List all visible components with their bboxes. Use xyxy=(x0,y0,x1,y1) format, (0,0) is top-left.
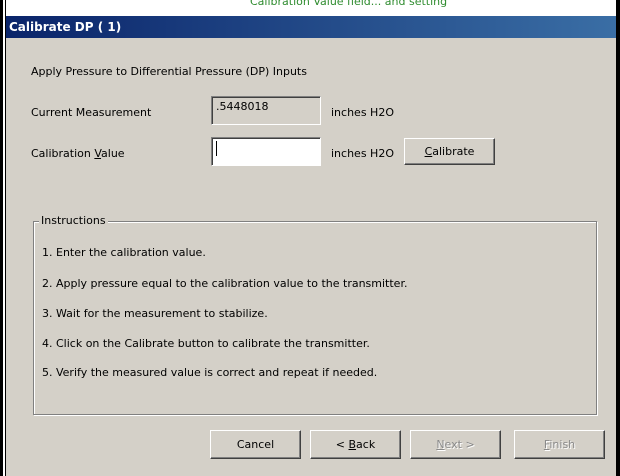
cancel-button[interactable]: Cancel xyxy=(210,430,301,459)
current-measurement-label: Current Measurement xyxy=(31,106,152,119)
text-caret xyxy=(216,141,217,156)
clipped-header-text: Calibration Value field... and setting xyxy=(250,0,448,8)
instruction-item: 2. Apply pressure equal to the calibrati… xyxy=(42,277,408,290)
title-bar[interactable]: Calibrate DP ( 1) xyxy=(6,16,616,38)
background-top-strip: Calibration Value field... and setting xyxy=(0,0,620,16)
back-button[interactable]: < Back xyxy=(310,430,401,459)
window-title: Calibrate DP ( 1) xyxy=(9,20,122,34)
calibrate-dialog: Calibrate DP ( 1) Apply Pressure to Diff… xyxy=(6,16,616,476)
calibration-value-label: Calibration Value xyxy=(31,147,125,160)
current-measurement-value: .5448018 xyxy=(216,100,269,113)
instruction-item: 5. Verify the measured value is correct … xyxy=(42,366,378,379)
calibrate-button[interactable]: Calibrate xyxy=(404,138,495,165)
instruction-item: 1. Enter the calibration value. xyxy=(42,246,206,259)
right-border xyxy=(616,0,620,476)
page-heading: Apply Pressure to Differential Pressure … xyxy=(31,65,307,78)
current-measurement-unit: inches H2O xyxy=(331,106,394,119)
instructions-title: Instructions xyxy=(39,214,108,227)
finish-button[interactable]: Finish xyxy=(514,430,605,459)
next-button[interactable]: Next > xyxy=(410,430,501,459)
current-measurement-field: .5448018 xyxy=(211,96,321,125)
instruction-item: 3. Wait for the measurement to stabilize… xyxy=(42,307,268,320)
left-border xyxy=(0,0,3,476)
calibration-value-unit: inches H2O xyxy=(331,147,394,160)
calibration-value-input[interactable] xyxy=(211,137,321,166)
instructions-groupbox: Instructions 1. Enter the calibration va… xyxy=(33,214,597,415)
instruction-item: 4. Click on the Calibrate button to cali… xyxy=(42,337,370,350)
